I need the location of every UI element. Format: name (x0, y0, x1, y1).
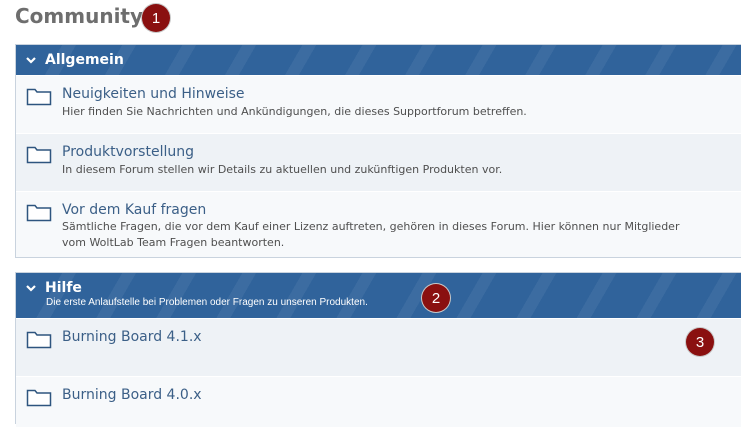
chevron-down-icon[interactable] (26, 283, 36, 293)
category-hilfe: Hilfe Die erste Anlaufstelle bei Problem… (15, 272, 741, 427)
category-allgemein: Allgemein Neuigkeiten und Hinweise Hier … (15, 44, 741, 258)
chevron-down-icon[interactable] (26, 55, 36, 65)
folder-icon (26, 204, 52, 222)
board-title[interactable]: Burning Board 4.0.x (62, 387, 202, 403)
board-row-burning-board-41[interactable]: Burning Board 4.1.x (16, 318, 741, 376)
board-description: Sämtliche Fragen, die vor dem Kauf einer… (62, 220, 680, 249)
board-row-burning-board-40[interactable]: Burning Board 4.0.x (16, 376, 741, 427)
folder-icon (26, 88, 52, 106)
board-title[interactable]: Burning Board 4.1.x (62, 329, 202, 345)
board-title[interactable]: Neuigkeiten und Hinweise (62, 86, 245, 102)
step-badge-3: 3 (686, 328, 714, 356)
category-header-allgemein[interactable]: Allgemein (16, 45, 741, 75)
board-title[interactable]: Produktvorstellung (62, 144, 194, 160)
category-title[interactable]: Allgemein (45, 52, 124, 68)
folder-icon (26, 146, 52, 164)
board-row-neuigkeiten[interactable]: Neuigkeiten und Hinweise Hier finden Sie… (16, 75, 741, 133)
board-title[interactable]: Vor dem Kauf fragen (62, 202, 206, 218)
board-description: Hier finden Sie Nachrichten und Ankündig… (62, 105, 527, 118)
folder-icon (26, 389, 52, 407)
board-row-produktvorstellung[interactable]: Produktvorstellung In diesem Forum stell… (16, 133, 741, 191)
page-title: Community (15, 4, 144, 28)
step-badge-2: 2 (422, 284, 450, 312)
category-header-hilfe[interactable]: Hilfe Die erste Anlaufstelle bei Problem… (16, 273, 741, 318)
board-description: In diesem Forum stellen wir Details zu a… (62, 163, 503, 176)
step-badge-1: 1 (142, 4, 170, 32)
board-row-vor-dem-kauf[interactable]: Vor dem Kauf fragen Sämtliche Fragen, di… (16, 191, 741, 257)
folder-icon (26, 331, 52, 349)
category-title[interactable]: Hilfe (45, 280, 82, 296)
category-description: Die erste Anlaufstelle bei Problemen ode… (46, 297, 368, 308)
